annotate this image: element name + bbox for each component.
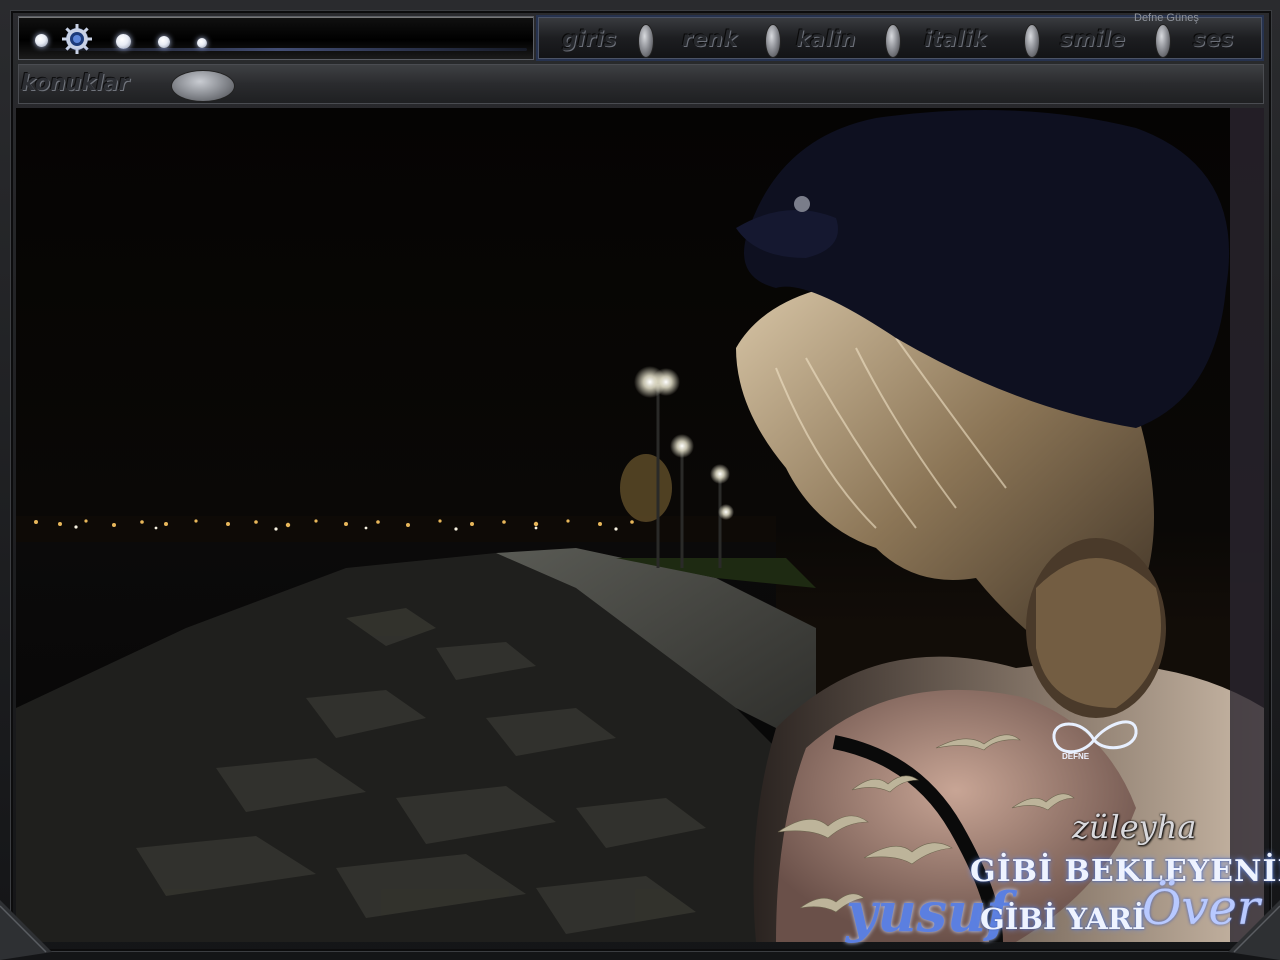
separator-knob [765, 24, 781, 58]
guests-toggle-button[interactable] [171, 70, 235, 102]
separator-knob [1155, 24, 1171, 58]
menu-item-giris[interactable]: GIRIS [562, 25, 617, 53]
online-user-name[interactable]: Defne Güneş [1134, 12, 1199, 24]
separator-knob [1024, 24, 1040, 58]
menu-item-renk[interactable]: RENK [682, 25, 738, 53]
caption-line2: GİBİ YARİ [980, 902, 1146, 936]
menu-item-smile[interactable]: SMILE [1060, 25, 1126, 53]
status-dot-bar [18, 16, 534, 60]
light-dot-icon[interactable] [197, 38, 207, 48]
separator-knob [638, 24, 654, 58]
corner-decoration [0, 900, 52, 960]
guests-label[interactable]: KONUKLAR [21, 71, 129, 96]
guests-bar: KONUKLAR [18, 64, 1264, 104]
signature-text: züleyha [1072, 808, 1197, 846]
menu-item-kalin[interactable]: KALIN [796, 25, 856, 53]
light-dot-icon[interactable] [116, 34, 131, 49]
infinity-badge-icon [1052, 720, 1138, 754]
menu-item-italik[interactable]: ITALIK [924, 25, 987, 53]
corner-decoration [1228, 900, 1280, 960]
glow-strip [29, 48, 527, 51]
light-dot-icon[interactable] [35, 34, 48, 47]
light-dot-icon[interactable] [158, 36, 170, 48]
separator-knob [885, 24, 901, 58]
infinity-badge-text: DEFNE [1062, 752, 1090, 761]
menu-item-ses[interactable]: SES [1193, 25, 1234, 53]
